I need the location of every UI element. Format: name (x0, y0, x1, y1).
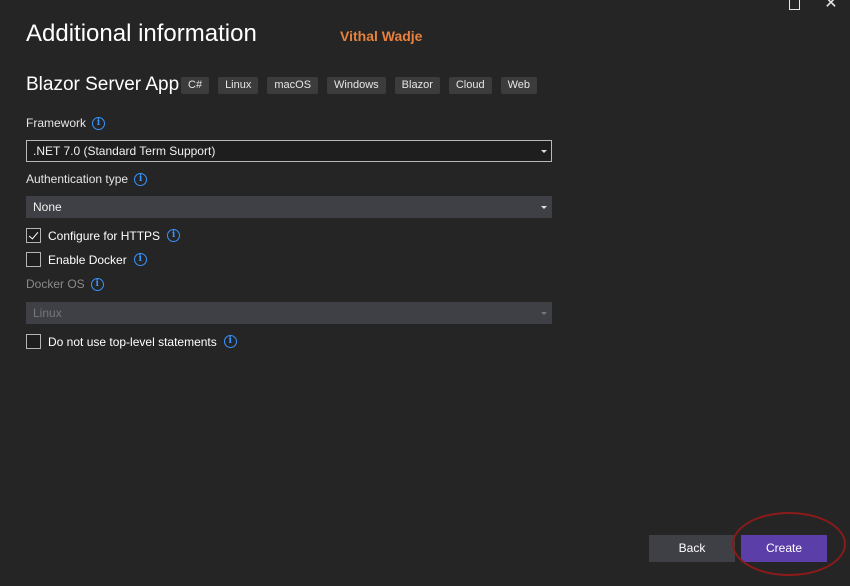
enable-docker-row[interactable]: Enable Docker i (26, 252, 147, 267)
chevron-down-icon (541, 206, 547, 209)
auth-type-value: None (33, 200, 62, 214)
info-icon[interactable]: i (223, 335, 237, 348)
tag-macos: macOS (267, 77, 319, 94)
framework-label: Framework i (26, 116, 106, 130)
tag-blazor: Blazor (394, 77, 440, 94)
auth-type-label-text: Authentication type (26, 172, 129, 186)
enable-docker-label: Enable Docker (48, 252, 127, 267)
info-icon[interactable]: i (167, 229, 181, 242)
close-icon[interactable]: ✕ (821, 0, 841, 14)
framework-value: .NET 7.0 (Standard Term Support) (33, 144, 216, 158)
info-icon[interactable]: i (90, 277, 104, 291)
top-level-statements-label: Do not use top-level statements (48, 334, 217, 349)
docker-os-select: Linux (26, 302, 552, 324)
docker-os-value: Linux (33, 306, 62, 320)
tag-cloud: Cloud (448, 77, 492, 94)
maximize-icon[interactable] (784, 0, 804, 14)
page-title: Additional information (26, 20, 257, 47)
configure-https-row[interactable]: Configure for HTTPS i (26, 228, 181, 243)
tag-web: Web (500, 77, 538, 94)
back-button[interactable]: Back (649, 535, 735, 562)
tag-linux: Linux (218, 77, 259, 94)
chevron-down-icon (541, 312, 547, 315)
highlight-annotation (732, 512, 846, 576)
docker-os-label: Docker OS i (26, 277, 104, 291)
info-icon[interactable]: i (92, 116, 106, 130)
docker-os-label-text: Docker OS (26, 277, 85, 291)
configure-https-label: Configure for HTTPS (48, 228, 161, 243)
top-level-statements-row[interactable]: Do not use top-level statements i (26, 334, 237, 349)
project-template-name: Blazor Server App (26, 74, 180, 95)
top-level-statements-checkbox[interactable] (26, 334, 41, 349)
configure-https-checkbox[interactable] (26, 228, 41, 243)
enable-docker-checkbox[interactable] (26, 252, 41, 267)
framework-label-text: Framework (26, 116, 87, 130)
auth-type-select[interactable]: None (26, 196, 552, 218)
chevron-down-icon (541, 150, 547, 153)
info-icon[interactable]: i (133, 253, 147, 266)
info-icon[interactable]: i (134, 172, 148, 186)
framework-select[interactable]: .NET 7.0 (Standard Term Support) (26, 140, 552, 162)
auth-type-label: Authentication type i (26, 172, 148, 186)
project-tags: C# Linux macOS Windows Blazor Cloud Web (181, 77, 538, 94)
tag-csharp: C# (181, 77, 210, 94)
watermark-text: Vithal Wadje (340, 28, 423, 44)
tag-windows: Windows (327, 77, 386, 94)
